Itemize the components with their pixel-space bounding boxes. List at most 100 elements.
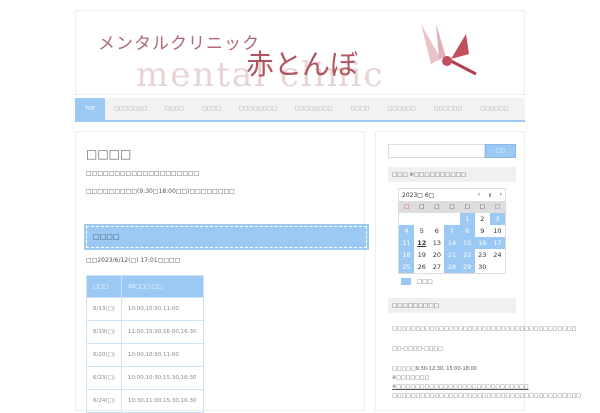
calendar-day: 8 [459,225,475,237]
row-times: 10:00,10:30,11:00 [120,297,204,321]
table-row: 6/24(□) 10:30,11:00,15:30,16:30 [86,389,204,413]
nav-item[interactable]: □□□□□□□ [105,98,156,120]
calendar-day: 6 [434,227,439,235]
prev-month-icon[interactable]: ‹ [478,191,480,199]
nav-item[interactable]: □□□□ [156,98,193,120]
info-line: ※□□□□□□□□□□□□□□□□□□□□□□□□□□□□ [392,384,529,390]
site-header: mental clinic メンタルクリニック 赤とんぼ [75,10,525,95]
calendar-day: 21 [444,249,460,261]
calendar-day: 13 [432,239,441,247]
availability-table: □□□ 30□□□ □□ 6/13(□) 10:00,10:30,11:00 6/1… [86,275,204,413]
row-times: 10:00,10:30,11:00 [120,343,204,367]
calendar-month: 2023□ 6□ [402,191,435,199]
calendar-widget-title: □□□ ※□□□□□□□□□□ [388,167,516,182]
calendar-day: 7 [444,225,460,237]
calendar-empty-cell [490,261,505,273]
weekday-label: □ [399,201,415,213]
calendar-day: 14 [444,237,460,249]
pause-icon[interactable]: ॥ [488,191,492,199]
row-date: 6/23(□) [86,366,122,390]
row-times: 10:30,11:00,15:30,16:30 [120,389,204,413]
weekday-label: □ [429,201,445,213]
calendar-day: 19 [417,251,426,259]
main-nav: TOP □□□□□□□ □□□□ □□□□ □□□□□□□□ □□□□□□□□ … [75,98,525,122]
calendar-day: 16 [474,237,490,249]
calendar-day: 2 [480,215,485,223]
column-header-date: □□□ [86,275,122,298]
next-month-icon[interactable]: › [500,191,502,199]
calendar-day: 23 [478,251,487,259]
intro-text: □□□□□□□□□□□□□□□□□□□□ [86,170,200,177]
calendar-day: 3 [489,213,505,225]
page-title: □□□□ [86,147,132,161]
calendar: 2023□ 6□ ‹ ॥ › □ □ □ □ □ □ □ 1 2 3 4 5 6 7 8 9 10 11 12 13 1… [398,188,506,274]
row-date: 6/24(□) [86,389,122,413]
calendar-day: 17 [489,237,505,249]
nav-item[interactable]: □□□□ [342,98,379,120]
calendar-day: 12 [417,239,427,247]
calendar-day: 11 [399,237,415,249]
calendar-day: 1 [459,213,475,225]
calendar-day: 4 [399,225,415,237]
sidebar: □□ □□□ ※□□□□□□□□□□ 2023□ 6□ ‹ ॥ › □ □ □ □ □ □… [375,131,581,411]
calendar-day: 27 [432,263,441,271]
column-header-times: 30□□□ □□ [120,275,204,298]
logo-name-text[interactable]: 赤とんぼ [246,43,358,83]
calendar-day: 24 [493,251,502,259]
calendar-day: 10 [493,227,502,235]
table-row: 6/23(□) 10:00,10:30,15:30,16:30 [86,366,204,390]
section-heading: □□□□ [84,224,369,250]
legend-label: □□□ [417,278,433,285]
row-date: 6/20(□) [86,343,122,367]
search-input[interactable] [388,144,485,158]
calendar-empty-cell [444,213,459,225]
table-row: 6/19(□) 11:00,15:30,16:00,16:30 [86,320,204,344]
calendar-grid: □ □ □ □ □ □ □ 1 2 3 4 5 6 7 8 9 10 11 12 13 14 15 16 17 18 19 20 21… [399,201,505,273]
calendar-day: 30 [478,263,487,271]
calendar-day: 9 [480,227,485,235]
calendar-day: 26 [417,263,426,271]
row-date: 6/19(□) [86,320,122,344]
calendar-day: 28 [444,261,460,273]
table-header-row: □□□ 30□□□ □□ [86,275,204,298]
weekday-label: □ [459,201,475,213]
calendar-empty-cell [414,213,429,225]
info-line: □□□□□9:30-12:30, 15:00-18:00 [392,366,477,372]
nav-item[interactable]: □□□□□□□□ [230,98,286,120]
section-heading-text: □□□□ [86,226,367,248]
calendar-legend: □□□ [401,278,433,285]
phone-text: □□-□□□□-□□□□ [392,346,443,352]
weekday-label: □ [414,201,430,213]
weekday-label: □ [489,201,505,213]
calendar-empty-cell [399,213,414,225]
nav-item[interactable]: □□□□□□ [425,98,471,120]
nav-item[interactable]: □□□□□□ [471,98,517,120]
table-row: 6/20(□) 10:00,10:30,11:00 [86,343,204,367]
main-content: □□□□ □□□□□□□□□□□□□□□□□□□□ □□□□□□□□□(9:30… [75,131,369,413]
table-row: 6/13(□) 10:00,10:30,11:00 [86,297,204,321]
row-times: 10:00,10:30,15:30,16:30 [120,366,204,390]
calendar-day: 22 [459,249,475,261]
nav-item[interactable]: □□□□□□□□ [286,98,342,120]
calendar-header: 2023□ 6□ ‹ ॥ › [399,189,505,201]
dragonfly-logo-icon [421,24,477,76]
nav-item[interactable]: □□□□□□ [378,98,424,120]
closed-swatch [401,278,411,285]
info-line: □□□□□□□□□□□□□□□□□□□□□□□□□□□□□□□□□□□□□□□ [392,326,577,332]
logo-kana-text[interactable]: メンタルクリニック [98,29,260,54]
hours-text: □□□□□□□□□(9:30□18:00□□)□□□□□□□□ [86,188,235,195]
calendar-day: 20 [432,251,441,259]
calendar-day: 25 [399,261,415,273]
weekday-label: □ [474,201,490,213]
nav-item[interactable]: □□□□ [193,98,230,120]
calendar-day: 29 [459,261,475,273]
info-widget-title: □□□□□□□□□ [388,298,516,313]
search-button[interactable]: □□ [485,144,516,158]
row-times: 11:00,15:30,16:00,16:30 [120,320,204,344]
calendar-day: 15 [459,237,475,249]
updated-text: □□2023/6/12(□) 17:01□□□□ [86,257,181,264]
nav-item-top[interactable]: TOP [75,98,106,120]
calendar-empty-cell [429,213,444,225]
info-line: ※□□□□□□□ [392,375,430,381]
calendar-day: 5 [419,227,424,235]
